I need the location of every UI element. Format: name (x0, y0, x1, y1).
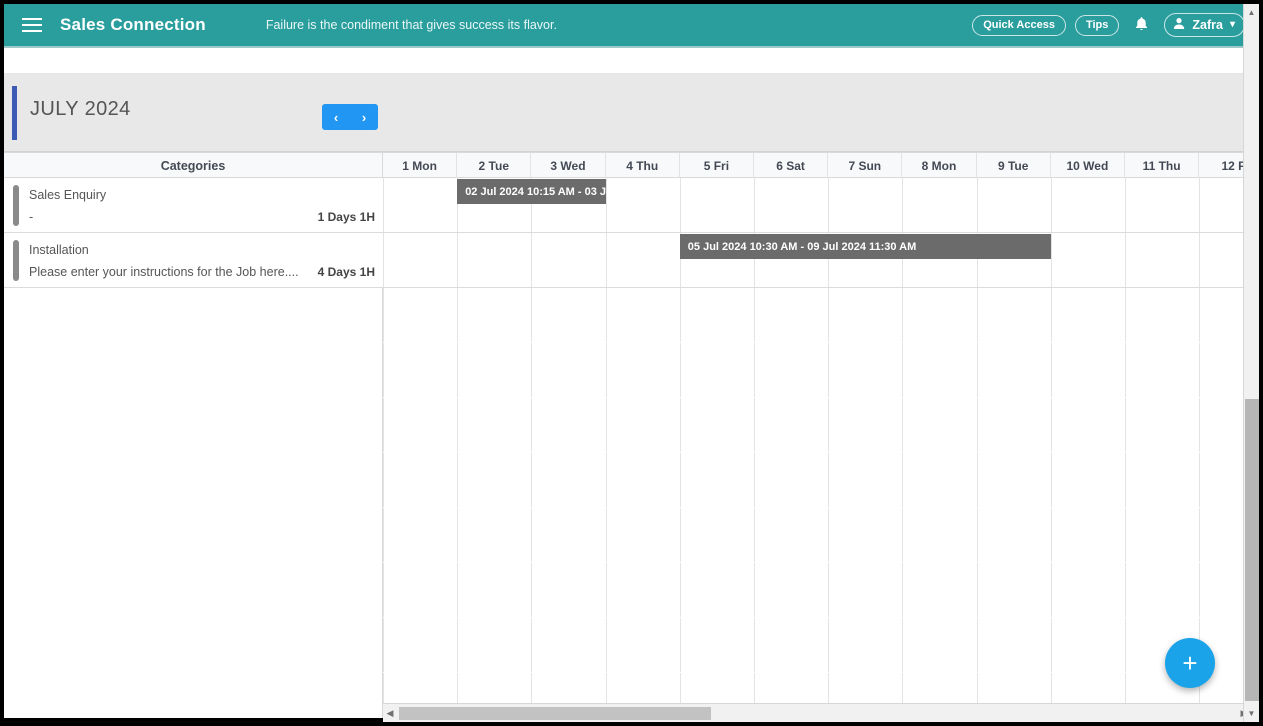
day-column-header: 11 Thu (1125, 153, 1200, 178)
category-duration: 4 Days 1H (317, 265, 375, 279)
app-title: Sales Connection (60, 15, 206, 34)
job-bar[interactable]: 02 Jul 2024 10:15 AM - 03 J (457, 179, 606, 204)
month-nav-buttons[interactable]: ‹ › (322, 104, 378, 130)
day-column-header: 4 Thu (606, 153, 680, 178)
scroll-up-arrow-icon[interactable]: ▲ (1244, 5, 1259, 20)
day-column-header: 1 Mon (383, 153, 458, 178)
hamburger-line (22, 18, 42, 20)
tips-button[interactable]: Tips (1074, 14, 1120, 36)
quick-access-button[interactable]: Quick Access (972, 14, 1066, 36)
day-column-header: 9 Tue (977, 153, 1051, 178)
vertical-scrollbar[interactable]: ▲ ▼ (1243, 4, 1259, 722)
plus-icon: + (1182, 648, 1198, 678)
category-duration: 1 Days 1H (317, 210, 375, 224)
notification-bell-icon[interactable] (1128, 14, 1155, 37)
scroll-down-arrow-icon[interactable]: ▼ (1244, 706, 1259, 721)
category-name: Sales Enquiry (29, 188, 107, 202)
day-column-header: 5 Fri (680, 153, 754, 178)
user-name-label: Zafra (1192, 17, 1223, 32)
schedule-grid: 02 Jul 2024 10:15 AM - 03 J 05 Jul 2024 1… (383, 178, 1251, 722)
grid-row-line-empty (383, 397, 1251, 398)
grid-row-line-empty (383, 342, 1251, 343)
grid-column-line (1050, 178, 1052, 722)
top-app-bar: Sales Connection Failure is the condimen… (4, 4, 1251, 46)
category-row[interactable]: Installation Please enter your instructio… (4, 233, 383, 288)
calendar-header-row: Categories 1 Mon 2 Tue 3 Wed 4 Thu 5 Fri 6 Sa… (4, 152, 1251, 178)
subheader-strip (4, 48, 1251, 74)
next-month-button[interactable]: › (357, 109, 371, 126)
grid-column-line (383, 178, 384, 722)
month-accent-bar (12, 86, 17, 140)
grid-row-line (383, 232, 1251, 233)
grid-column-line (976, 178, 978, 722)
grid-row-line-empty (383, 507, 1251, 508)
scroll-left-arrow-icon[interactable]: ◀ (383, 708, 397, 718)
calendar-area: Categories 1 Mon 2 Tue 3 Wed 4 Thu 5 Fri 6 Sa… (4, 152, 1251, 722)
grid-column-line (457, 178, 459, 722)
category-description: Please enter your instructions for the J… (29, 265, 299, 279)
page-title: JULY 2024 (30, 98, 131, 120)
horizontal-scroll-track[interactable] (397, 704, 1237, 723)
grid-column-line (1125, 178, 1126, 722)
hamburger-menu-icon[interactable] (10, 4, 54, 46)
categories-panel: Sales Enquiry - 1 Days 1H Installation Pleas… (4, 178, 383, 722)
grid-column-line (605, 178, 607, 722)
grid-column-line (531, 178, 533, 722)
grid-column-line (679, 178, 681, 722)
horizontal-scrollbar[interactable]: ◀ ▶ (383, 703, 1251, 722)
chevron-down-icon: ▾ (1229, 19, 1235, 30)
add-job-fab[interactable]: + (1165, 638, 1215, 688)
grid-row-line-empty (383, 617, 1251, 618)
prev-month-button[interactable]: ‹ (329, 109, 343, 126)
grid-column-line (828, 178, 830, 722)
app-window: Sales Connection Failure is the condimen… (0, 0, 1263, 726)
day-column-header: 7 Sun (828, 153, 903, 178)
job-bar[interactable]: 05 Jul 2024 10:30 AM - 09 Jul 2024 11:30… (679, 234, 1051, 259)
categories-column-header: Categories (4, 153, 383, 178)
day-column-header: 6 Sat (754, 153, 829, 178)
day-column-header: 8 Mon (902, 153, 977, 178)
day-column-header: 3 Wed (531, 153, 606, 178)
hamburger-line (22, 30, 42, 32)
category-name: Installation (29, 243, 89, 257)
grid-row-line (383, 287, 1251, 288)
hamburger-line (22, 24, 42, 26)
motivational-quote: Failure is the condiment that gives succ… (265, 18, 557, 32)
category-accent-bar (13, 185, 19, 226)
grid-row-line-empty (383, 562, 1251, 563)
vertical-scroll-thumb[interactable] (1245, 399, 1259, 701)
app-bar-actions: Quick Access Tips Zafra ▾ (972, 4, 1245, 46)
grid-column-line (754, 178, 755, 722)
grid-row-line-empty (383, 452, 1251, 453)
category-accent-bar (13, 240, 19, 281)
day-column-header: 2 Tue (457, 153, 532, 178)
calendar-toolbar: JULY 2024 2 Job(s) In Current View 2 Ove… (4, 74, 1251, 211)
user-menu-button[interactable]: Zafra ▾ (1164, 13, 1245, 37)
grid-column-line (902, 178, 904, 722)
horizontal-scroll-thumb[interactable] (399, 706, 711, 720)
category-row[interactable]: Sales Enquiry - 1 Days 1H (4, 178, 383, 233)
day-column-header: 10 Wed (1051, 153, 1125, 178)
category-description: - (29, 210, 34, 224)
user-avatar-icon (1173, 17, 1185, 32)
grid-row-line-empty (383, 672, 1251, 673)
